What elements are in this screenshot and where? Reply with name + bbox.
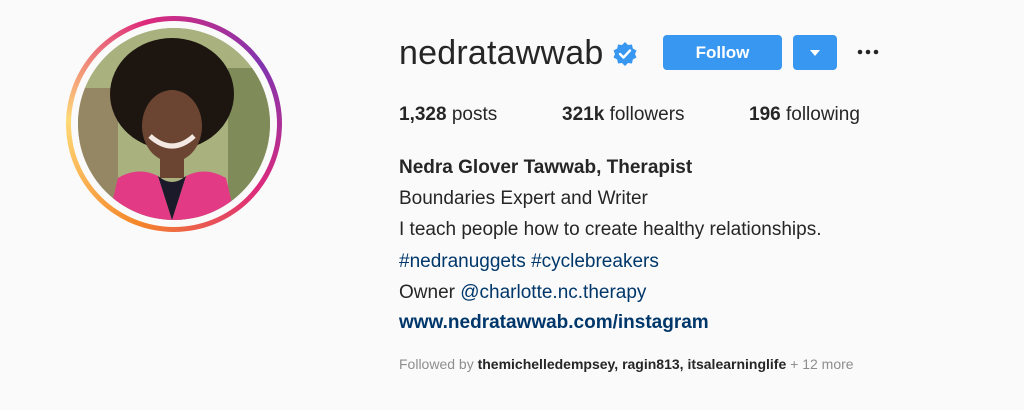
owner-handle-link[interactable]: @charlotte.nc.therapy xyxy=(460,282,646,303)
ellipsis-icon xyxy=(857,49,879,55)
bio-hashtags: #nedranuggets #cyclebreakers xyxy=(399,251,659,273)
followers-count: 321k xyxy=(562,104,605,125)
more-options-button[interactable] xyxy=(856,42,880,62)
hashtag-link[interactable]: #nedranuggets xyxy=(399,251,526,272)
profile-avatar[interactable] xyxy=(78,28,270,220)
avatar-gap xyxy=(71,21,277,227)
followed-by-line[interactable]: Followed by themichelledempsey, ragin813… xyxy=(399,356,854,372)
following-count: 196 xyxy=(749,104,781,125)
bio-line-2: I teach people how to create healthy rel… xyxy=(399,219,822,240)
bio-line-1: Boundaries Expert and Writer xyxy=(399,188,648,209)
profile-username: nedratawwab xyxy=(399,34,604,72)
posts-count: 1,328 xyxy=(399,104,447,125)
followed-by-prefix: Followed by xyxy=(399,356,474,372)
verified-badge-icon xyxy=(613,42,637,66)
followed-by-more: + 12 more xyxy=(790,356,854,372)
followers-stat[interactable]: 321k followers xyxy=(562,104,685,126)
posts-stat: 1,328 posts xyxy=(399,104,497,126)
story-ring[interactable] xyxy=(66,16,282,232)
followers-label: followers xyxy=(609,104,685,125)
website-link[interactable]: www.nedratawwab.com/instagram xyxy=(399,312,709,334)
bio-owner-line: Owner @charlotte.nc.therapy xyxy=(399,282,646,304)
bio-full-name: Nedra Glover Tawwab, Therapist xyxy=(399,157,693,178)
posts-label: posts xyxy=(451,104,498,125)
avatar-portrait xyxy=(78,28,270,220)
suggested-dropdown-button[interactable] xyxy=(793,35,837,70)
following-stat[interactable]: 196 following xyxy=(749,104,860,126)
hashtag-link[interactable]: #cyclebreakers xyxy=(531,251,659,272)
follow-button[interactable]: Follow xyxy=(663,35,782,70)
follower-username: ragin813 xyxy=(622,356,680,372)
follower-username: themichelledempsey xyxy=(477,356,615,372)
owner-prefix: Owner xyxy=(399,282,455,303)
following-label: following xyxy=(785,104,860,125)
caret-down-icon xyxy=(810,49,820,56)
follower-username: itsalearninglife xyxy=(687,356,787,372)
